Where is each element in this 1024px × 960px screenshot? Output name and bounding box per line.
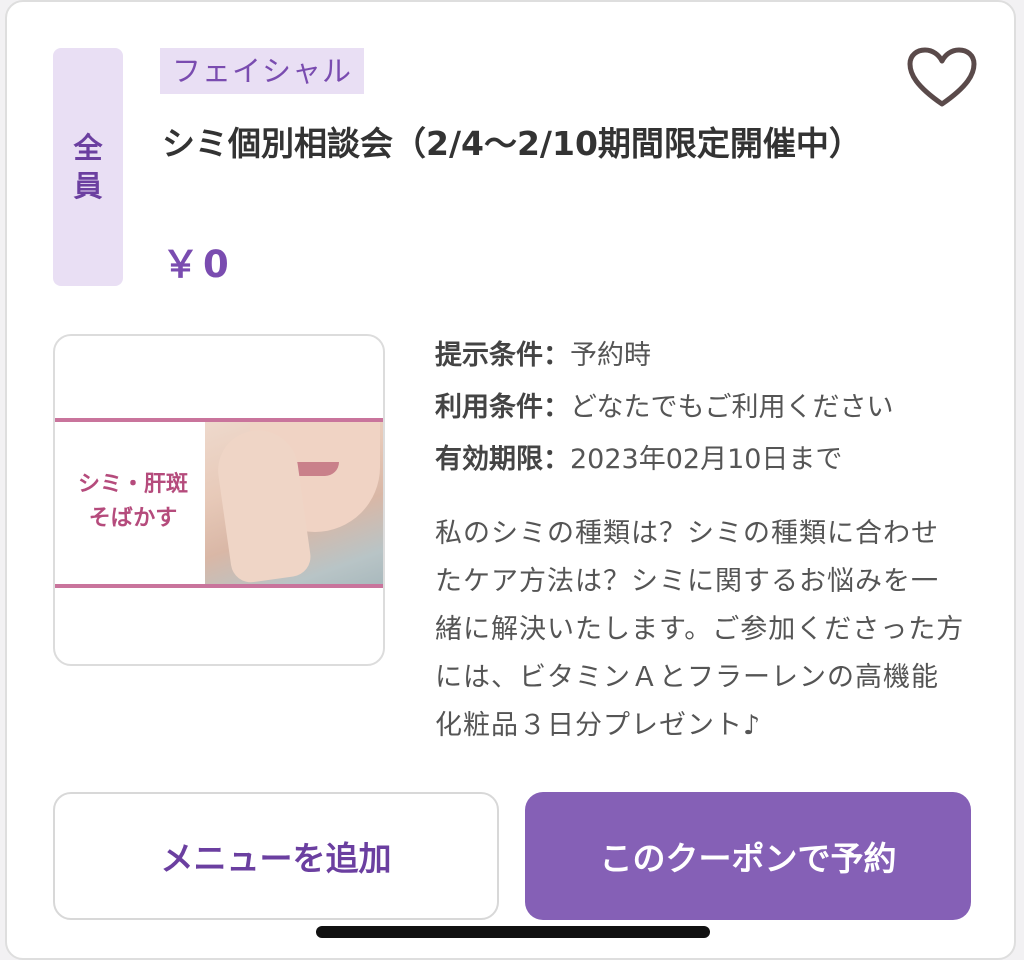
coupon-image[interactable]: シミ・肝斑 そばかす bbox=[53, 334, 385, 666]
target-badge-char-1: 全 bbox=[73, 131, 103, 165]
target-badge-char-2: 員 bbox=[73, 169, 103, 203]
coupon-title: シミ個別相談会（2/4〜2/10期間限定開催中） bbox=[162, 124, 862, 163]
coupon-conditions: 提示条件：予約時 利用条件：どなたでもご利用ください 有効期限：2023年02月… bbox=[435, 330, 995, 486]
category-tag: フェイシャル bbox=[160, 48, 365, 94]
coupon-image-banner: シミ・肝斑 そばかす bbox=[55, 418, 383, 588]
coupon-price: ￥0 bbox=[162, 243, 233, 286]
coupon-description: 私のシミの種類は？シミの種類に合わせたケア方法は？シミに関するお悩みを一緒に解決… bbox=[435, 518, 965, 741]
target-badge: 全 員 bbox=[53, 48, 123, 286]
coupon-image-caption: シミ・肝斑 そばかす bbox=[63, 468, 203, 536]
expiry-condition-label: 有効期限： bbox=[435, 444, 570, 475]
presentation-condition: 提示条件：予約時 bbox=[435, 330, 995, 382]
home-indicator bbox=[316, 926, 710, 938]
caption-line-2: そばかす bbox=[88, 506, 178, 531]
usage-condition-value: どなたでもご利用ください bbox=[570, 392, 894, 423]
presentation-condition-value: 予約時 bbox=[570, 340, 651, 371]
presentation-condition-label: 提示条件： bbox=[435, 340, 570, 371]
expiry-condition: 有効期限：2023年02月10日まで bbox=[435, 434, 995, 486]
caption-line-1: シミ・肝斑 bbox=[77, 472, 188, 497]
usage-condition-label: 利用条件： bbox=[435, 392, 570, 423]
add-menu-button[interactable]: メニューを追加 bbox=[53, 792, 499, 920]
usage-condition: 利用条件：どなたでもご利用ください bbox=[435, 382, 995, 434]
expiry-condition-value: 2023年02月10日まで bbox=[570, 444, 843, 475]
reserve-with-coupon-button[interactable]: このクーポンで予約 bbox=[525, 792, 971, 920]
heart-outline-icon[interactable] bbox=[906, 46, 978, 110]
